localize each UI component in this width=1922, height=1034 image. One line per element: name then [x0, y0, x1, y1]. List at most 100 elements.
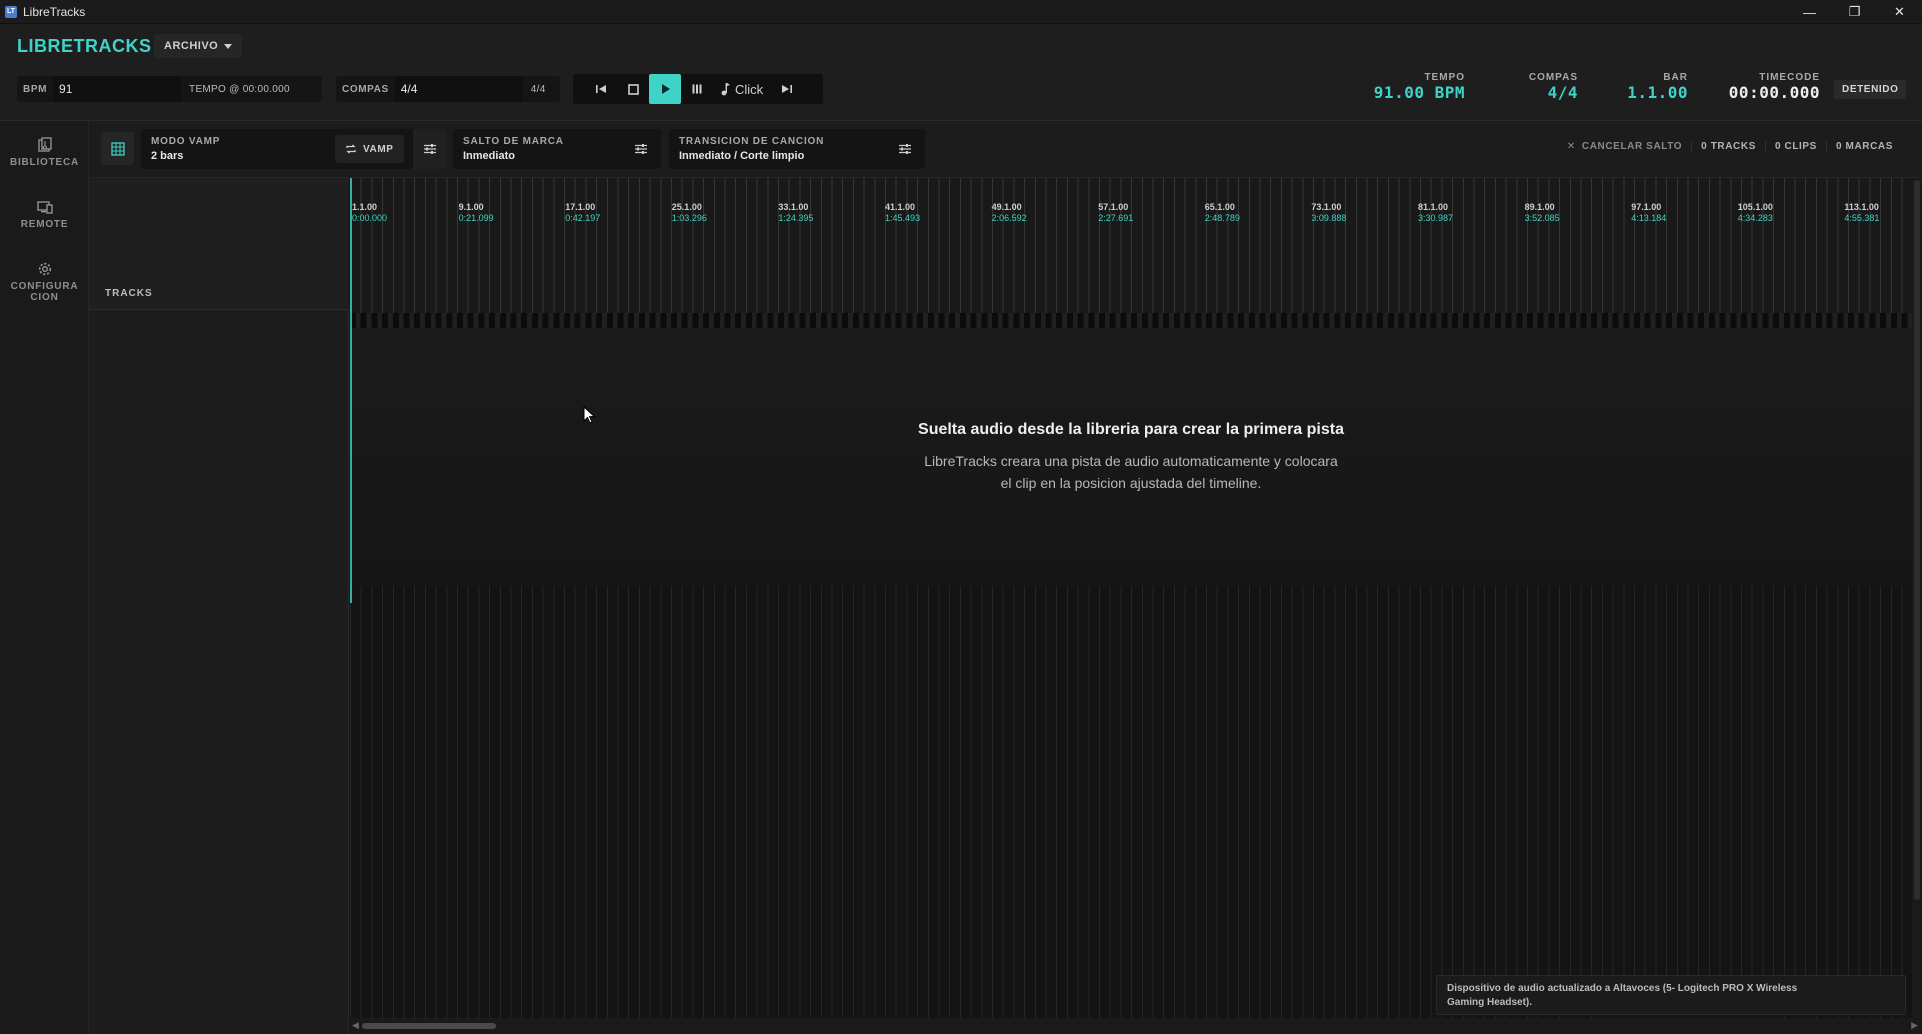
compas-readout-label: COMPAS: [1528, 72, 1578, 83]
sliders-icon: [899, 144, 911, 154]
compas-readout-value: 4/4: [1547, 83, 1578, 102]
skip-forward-icon[interactable]: [771, 74, 803, 104]
ruler-mark: 57.1.00 2:27.691: [1098, 202, 1133, 224]
vertical-scroll-thumb[interactable]: [1914, 180, 1920, 900]
library-icon: [37, 137, 52, 152]
status-badge: DETENIDO: [1834, 80, 1907, 99]
empty-state-line-1: LibreTracks creara una pista de audio au…: [924, 453, 1338, 469]
bar-readout: BAR 1.1.00: [1612, 72, 1688, 102]
ruler-bar-label: 65.1.00: [1204, 202, 1235, 212]
rail-label: BIBLIOTECA: [9, 157, 80, 168]
ruler-time-label: 3:09.888: [1311, 213, 1347, 223]
bar-readout-label: BAR: [1663, 72, 1688, 83]
bpm-field-group: BPM 91 TEMPO @ 00:00.000: [17, 76, 322, 102]
cancel-jump-label: CANCELAR SALTO: [1581, 141, 1683, 152]
empty-state-description: LibreTracks creara una pista de audio au…: [350, 450, 1912, 494]
cancel-jump-button[interactable]: ✕ CANCELAR SALTO: [1558, 141, 1691, 152]
timeline-area[interactable]: 1.1.00 0:00.000 9.1.00 0:21.099 17.1.00 0:42.…: [350, 178, 1912, 1018]
tempo-at-label: TEMPO @ 00:00.000: [189, 83, 290, 95]
ruler-bar-label: 33.1.00: [778, 202, 809, 212]
track-header-column: TRACKS: [89, 178, 349, 1034]
metronome-note-icon: [721, 83, 730, 96]
remote-icon: [36, 201, 53, 214]
restore-icon[interactable]: ❐: [1832, 0, 1877, 24]
ruler-mark: 97.1.00 4:13.184: [1631, 202, 1666, 224]
ruler-bar-label: 17.1.00: [565, 202, 596, 212]
ruler-bar-label: 41.1.00: [885, 202, 916, 212]
vamp-options-button[interactable]: [413, 129, 447, 169]
bpm-label: BPM: [23, 83, 48, 95]
tracks-label: TRACKS: [105, 288, 153, 299]
app-logo: LIBRETRACKS: [17, 36, 152, 56]
grid-toggle-button[interactable]: [101, 132, 134, 165]
ruler-time-label: 2:48.789: [1204, 213, 1240, 223]
chevron-down-icon: [224, 43, 233, 49]
rail-label: CONFIGURA: [10, 281, 79, 292]
archivo-menu-label: ARCHIVO: [164, 40, 219, 52]
ruler-mark: 105.1.00 4:34.283: [1738, 202, 1773, 224]
pause-icon[interactable]: [681, 74, 713, 104]
scroll-right-icon[interactable]: ▶: [1911, 1020, 1918, 1031]
stop-icon[interactable]: [617, 74, 649, 104]
rail-label: REMOTE: [20, 219, 69, 230]
ruler-time-label: 1:24.395: [778, 213, 814, 223]
timeline-ruler[interactable]: 1.1.00 0:00.000 9.1.00 0:21.099 17.1.00 0:42.…: [350, 178, 1912, 328]
rail-label-line2: CION: [30, 292, 59, 303]
tempo-readout-value: 91.00 BPM: [1373, 83, 1465, 102]
bpm-input[interactable]: 91: [53, 76, 182, 102]
gear-icon: [38, 262, 51, 276]
close-icon[interactable]: ✕: [1877, 0, 1922, 24]
ruler-time-label: 2:27.691: [1098, 213, 1134, 223]
scroll-left-icon[interactable]: ◀: [352, 1020, 359, 1031]
ruler-bar-label: 25.1.00: [671, 202, 702, 212]
vertical-scrollbar[interactable]: [1912, 178, 1922, 1018]
rail-item-remote[interactable]: REMOTE: [0, 199, 89, 230]
click-label: Click: [735, 81, 764, 97]
empty-state-line-2: el clip en la posicion ajustada del time…: [1000, 475, 1262, 491]
ruler-time-label: 0:00.000: [352, 213, 388, 223]
ruler-bar-label: 73.1.00: [1311, 202, 1342, 212]
clips-count: 0 CLIPS: [1764, 141, 1826, 152]
compas-extra: 4/4: [530, 83, 546, 95]
sliders-icon: [635, 144, 647, 154]
ruler-mark: 9.1.00 0:21.099: [459, 202, 494, 224]
playhead[interactable]: [350, 178, 352, 603]
horizontal-scrollbar[interactable]: ◀ ▶: [350, 1018, 1922, 1034]
vamp-mode-value[interactable]: 2 bars: [151, 150, 183, 162]
ruler-time-label: 4:34.283: [1737, 213, 1773, 223]
play-icon[interactable]: [649, 74, 681, 104]
ruler-beat-band: [350, 313, 1912, 328]
transport-controls: Click: [573, 74, 823, 104]
ruler-bar-label: 1.1.00: [352, 202, 378, 212]
vamp-mode-label: MODO VAMP: [151, 136, 221, 147]
timeline-grid[interactable]: [350, 586, 1912, 1018]
ruler-bar-label: 49.1.00: [991, 202, 1022, 212]
compas-field-group: COMPAS 4/4 4/4: [336, 76, 560, 102]
ruler-time-label: 3:52.085: [1524, 213, 1560, 223]
toast-line-2: Gaming Headset).: [1447, 997, 1533, 1008]
rail-item-biblioteca[interactable]: BIBLIOTECA: [0, 137, 89, 168]
notification-toast: Dispositivo de audio actualizado a Altav…: [1436, 975, 1906, 1015]
ruler-mark: 33.1.00 1:24.395: [778, 202, 813, 224]
salto-panel: SALTO DE MARCA Inmediato: [453, 129, 661, 169]
tempo-readout-label: TEMPO: [1424, 72, 1465, 83]
ruler-bar-label: 57.1.00: [1098, 202, 1129, 212]
rail-item-configuracion[interactable]: CONFIGURA CION: [0, 261, 89, 303]
vamp-button[interactable]: VAMP: [335, 135, 404, 163]
minimize-icon[interactable]: —: [1787, 0, 1832, 24]
timecode-readout: TIMECODE 00:00.000: [1716, 72, 1820, 102]
transicion-value[interactable]: Inmediato / Corte limpio: [679, 150, 804, 162]
skip-back-icon[interactable]: [585, 74, 617, 104]
archivo-menu-button[interactable]: ARCHIVO: [154, 34, 243, 58]
transicion-panel: TRANSICION DE CANCION Inmediato / Corte …: [669, 129, 925, 169]
salto-value[interactable]: Inmediato: [463, 150, 515, 162]
horizontal-scroll-thumb[interactable]: [362, 1023, 496, 1029]
app-icon: LT: [5, 5, 17, 18]
window-controls: — ❐ ✕: [1787, 0, 1922, 24]
click-button[interactable]: Click: [713, 74, 771, 104]
ruler-mark: 81.1.00 3:30.987: [1418, 202, 1453, 224]
salto-options-button[interactable]: [627, 135, 655, 163]
transicion-options-button[interactable]: [891, 135, 919, 163]
salto-label: SALTO DE MARCA: [463, 136, 564, 147]
compas-input[interactable]: 4/4: [394, 76, 523, 102]
